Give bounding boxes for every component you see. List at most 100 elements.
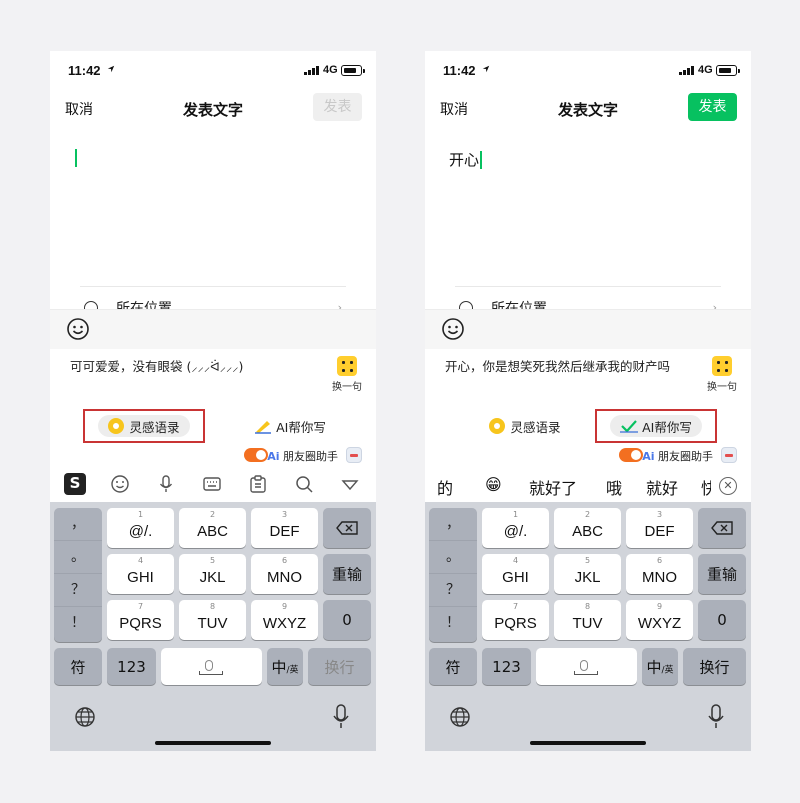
candidate-word[interactable]: 就好 <box>646 475 678 499</box>
tab-inspiration[interactable]: 灵感语录 <box>83 409 205 443</box>
symbol-key[interactable]: 符 <box>54 648 102 685</box>
key-8[interactable]: 8 TUV <box>554 600 621 640</box>
retype-key[interactable]: 重输 <box>323 554 371 594</box>
location-row[interactable]: 所在位置 › <box>455 286 721 310</box>
assistant-toggle[interactable] <box>244 448 268 462</box>
close-icon[interactable]: ✕ <box>719 477 737 495</box>
key-2[interactable]: 2 ABC <box>554 508 621 548</box>
key-5[interactable]: 5 JKL <box>554 554 621 594</box>
punct-exclaim[interactable]: ！ <box>54 607 102 640</box>
zero-key[interactable]: 0 <box>698 600 746 640</box>
candidate-word[interactable]: 就好了 <box>529 475 577 499</box>
symbol-label: 符 <box>70 658 86 676</box>
key-1[interactable]: 1 @/. <box>482 508 549 548</box>
mic-icon[interactable] <box>332 704 350 730</box>
mic-icon[interactable] <box>155 473 177 495</box>
space-key[interactable] <box>161 648 262 685</box>
symbol-key[interactable]: 符 <box>429 648 477 685</box>
punct-exclaim[interactable]: ！ <box>429 607 477 640</box>
candidate-word[interactable]: 😁 <box>485 475 502 494</box>
key-8[interactable]: 8 TUV <box>179 600 246 640</box>
punct-period[interactable]: 。 <box>429 541 477 574</box>
retype-label: 重输 <box>331 565 362 584</box>
key-label: JKL <box>574 569 601 586</box>
newline-key[interactable]: 换行 <box>683 648 746 685</box>
punct-comma[interactable]: ， <box>54 508 102 541</box>
punctuation-column[interactable]: ， 。 ？ ！ <box>54 508 102 642</box>
key-7[interactable]: 7 PQRS <box>482 600 549 640</box>
numeric-key[interactable]: 123 <box>482 648 531 685</box>
key-4[interactable]: 4 GHI <box>482 554 549 594</box>
globe-icon[interactable] <box>449 706 471 728</box>
key-num: 5 <box>209 556 216 565</box>
location-row[interactable]: 所在位置 › <box>80 286 346 310</box>
tab-inspiration-label: 灵感语录 <box>510 419 561 435</box>
robot-icon[interactable] <box>721 447 737 463</box>
candidate-word[interactable]: 快 <box>701 475 711 499</box>
key-9[interactable]: 9 WXYZ <box>626 600 693 640</box>
compose-input[interactable]: 开心 <box>449 149 482 170</box>
globe-icon[interactable] <box>74 706 96 728</box>
punct-comma[interactable]: ， <box>429 508 477 541</box>
key-3[interactable]: 3 DEF <box>251 508 318 548</box>
compose-input[interactable] <box>74 149 77 167</box>
space-key[interactable] <box>536 648 637 685</box>
mic-icon[interactable] <box>707 704 725 730</box>
punctuation-column[interactable]: ， 。 ？ ！ <box>429 508 477 642</box>
bulb-icon <box>108 418 125 434</box>
sogou-icon[interactable]: S <box>64 473 86 495</box>
suggestion-text[interactable]: 可可爱爱，没有眼袋 (⸝⸝⸝ᐛ⸝⸝⸝) <box>70 358 305 375</box>
collapse-icon[interactable] <box>339 473 361 495</box>
backspace-key[interactable] <box>698 508 746 548</box>
robot-icon[interactable] <box>346 447 362 463</box>
candidate-word[interactable]: 哦 <box>606 475 622 499</box>
key-num: 1 <box>512 510 519 519</box>
candidate-word[interactable]: 的 <box>437 475 453 499</box>
punct-question[interactable]: ？ <box>429 574 477 607</box>
newline-label: 换行 <box>699 658 730 676</box>
key-9[interactable]: 9 WXYZ <box>251 600 318 640</box>
key-6[interactable]: 6 MNO <box>626 554 693 594</box>
punct-question[interactable]: ？ <box>54 574 102 607</box>
keyboard-icon[interactable] <box>201 473 223 495</box>
tab-ai-write[interactable]: AI帮你写 <box>230 411 350 441</box>
home-indicator[interactable] <box>155 741 271 745</box>
numeric-key[interactable]: 123 <box>107 648 156 685</box>
smiley-icon[interactable] <box>109 473 131 495</box>
assistant-text: 朋友圈助手 <box>658 450 713 463</box>
punct-period[interactable]: 。 <box>54 541 102 574</box>
shuffle-button[interactable]: 换一句 <box>328 356 366 394</box>
assistant-toggle[interactable] <box>619 448 643 462</box>
key-7[interactable]: 7 PQRS <box>107 600 174 640</box>
tab-ai-write[interactable]: AI帮你写 <box>595 409 717 443</box>
keyboard: ， 。 ？ ！ 1 @/. 2 ABC 3 DEF 4 GHI 5 JKL 6 MNO 重输… <box>50 502 376 751</box>
language-key[interactable]: 中/英 <box>642 648 678 685</box>
key-3[interactable]: 3 DEF <box>626 508 693 548</box>
language-key[interactable]: 中/英 <box>267 648 303 685</box>
key-label: ABC <box>572 523 603 540</box>
zero-key[interactable]: 0 <box>323 600 371 640</box>
publish-button[interactable]: 发表 <box>313 93 362 121</box>
key-6[interactable]: 6 MNO <box>251 554 318 594</box>
search-icon[interactable] <box>293 473 315 495</box>
key-4[interactable]: 4 GHI <box>107 554 174 594</box>
shuffle-button[interactable]: 换一句 <box>703 356 741 394</box>
assistant-ai-text: Ai <box>267 450 280 463</box>
compose-text: 开心 <box>449 151 480 169</box>
battery-icon <box>341 65 365 76</box>
suggestion-text[interactable]: 开心，你是想笑死我然后继承我的财产吗 <box>445 358 680 375</box>
emoji-icon[interactable] <box>66 317 90 341</box>
key-1[interactable]: 1 @/. <box>107 508 174 548</box>
zero-label: 0 <box>342 611 352 629</box>
key-2[interactable]: 2 ABC <box>179 508 246 548</box>
newline-key[interactable]: 换行 <box>308 648 371 685</box>
backspace-icon <box>336 521 358 535</box>
clipboard-icon[interactable] <box>247 473 269 495</box>
home-indicator[interactable] <box>530 741 646 745</box>
tab-inspiration[interactable]: 灵感语录 <box>465 411 585 441</box>
retype-key[interactable]: 重输 <box>698 554 746 594</box>
backspace-key[interactable] <box>323 508 371 548</box>
emoji-icon[interactable] <box>441 317 465 341</box>
key-5[interactable]: 5 JKL <box>179 554 246 594</box>
publish-button[interactable]: 发表 <box>688 93 737 121</box>
